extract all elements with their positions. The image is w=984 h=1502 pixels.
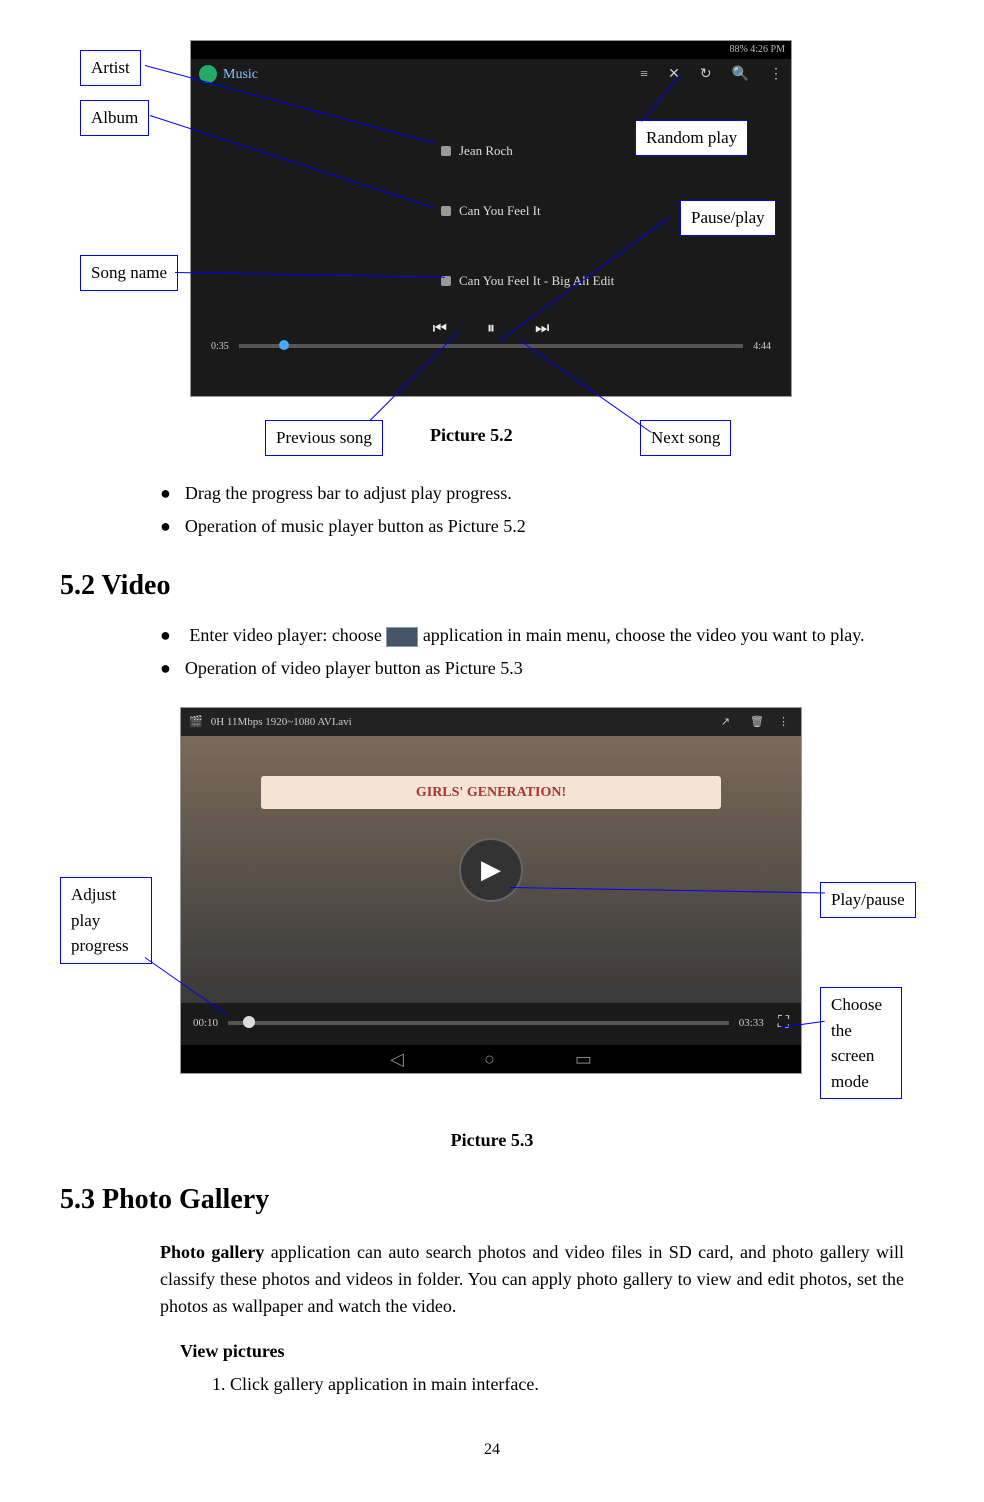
time-total: 4:44: [753, 339, 771, 354]
time-elapsed: 0:35: [211, 339, 229, 354]
album-row: Can You Feel It: [441, 201, 541, 221]
bullet-operation-music: Operation of music player button as Pict…: [160, 513, 924, 540]
caption-5-2: Picture 5.2: [430, 422, 513, 449]
view-pictures-heading: View pictures: [180, 1338, 924, 1365]
recent-icon[interactable]: ▭: [575, 1046, 592, 1073]
app-title: Music: [223, 64, 258, 85]
gallery-lead: Photo gallery: [160, 1242, 264, 1262]
bullet-video-text-b: application in main menu, choose the vid…: [423, 625, 865, 645]
bullet-operation-video: Operation of video player button as Pict…: [160, 655, 924, 682]
video-titlebar: 🎬 0H 11Mbps 1920~1080 AVI.avi ↗ 🗑 ⋮: [181, 708, 801, 736]
video-app-icon: [386, 627, 418, 647]
artist-icon: [441, 146, 451, 156]
steps-list: Click gallery application in main interf…: [210, 1371, 924, 1398]
video-progress-bar[interactable]: [228, 1021, 729, 1025]
callout-artist: Artist: [80, 50, 141, 86]
bullet-drag-progress: Drag the progress bar to adjust play pro…: [160, 480, 924, 507]
bullets-music: Drag the progress bar to adjust play pro…: [60, 480, 924, 540]
status-bar: 88% 4:26 PM: [191, 41, 791, 59]
video-banner: GIRLS' GENERATION!: [261, 776, 721, 809]
callout-adjust: Adjust play progress: [60, 877, 152, 964]
video-controls: 00:10 03:33 ⛶: [181, 1003, 801, 1043]
artist-text: Jean Roch: [459, 141, 513, 161]
overflow-icon[interactable]: ⋮: [769, 64, 783, 85]
album-text: Can You Feel It: [459, 201, 541, 221]
progress-bar[interactable]: [239, 344, 743, 348]
heading-gallery: 5.3 Photo Gallery: [60, 1179, 924, 1221]
bullet-video-text-a: Enter video player: choose: [189, 625, 386, 645]
music-progress: 0:35 4:44: [211, 326, 771, 366]
screen-mode-icon[interactable]: ⛶: [778, 1011, 789, 1035]
step-1: Click gallery application in main interf…: [230, 1371, 924, 1398]
clapper-icon: 🎬: [189, 714, 203, 731]
video-time-total: 03:33: [739, 1015, 764, 1032]
callout-playpause: Play/pause: [820, 882, 916, 918]
figure-5-2-area: 88% 4:26 PM Music ≡ ✕ ↻ 🔍 ⋮ Jean Roch Ca…: [60, 40, 924, 460]
album-icon: [441, 206, 451, 216]
artist-row: Jean Roch: [441, 141, 513, 161]
heading-video: 5.2 Video: [60, 565, 924, 607]
callout-pause-play: Pause/play: [680, 200, 776, 236]
song-row: Can You Feel It - Big Ali Edit: [441, 271, 614, 291]
figure-5-3-area: 🎬 0H 11Mbps 1920~1080 AVI.avi ↗ 🗑 ⋮ GIRL…: [60, 707, 924, 1107]
bullets-video: Enter video player: choose application i…: [60, 622, 924, 682]
callout-song-name: Song name: [80, 255, 178, 291]
video-body: GIRLS' GENERATION! ▶: [181, 736, 801, 1003]
gallery-rest: application can auto search photos and v…: [160, 1242, 904, 1316]
callout-previous-song: Previous song: [265, 420, 383, 456]
page-number: 24: [60, 1438, 924, 1462]
video-progress-dot[interactable]: [243, 1016, 255, 1028]
overflow-icon[interactable]: ⋮: [778, 714, 789, 731]
delete-icon[interactable]: 🗑: [750, 714, 764, 731]
callout-screenmode: Choose the screen mode: [820, 987, 902, 1099]
music-toolbar: ≡ ✕ ↻ 🔍 ⋮: [640, 59, 783, 89]
search-icon[interactable]: 🔍: [732, 64, 749, 85]
caption-5-3: Picture 5.3: [60, 1127, 924, 1154]
bullet-enter-video: Enter video player: choose application i…: [160, 622, 924, 649]
video-filename: 0H 11Mbps 1920~1080 AVI.avi: [211, 714, 352, 731]
repeat-icon[interactable]: ↻: [700, 64, 712, 85]
callout-album: Album: [80, 100, 149, 136]
android-navbar: ◁ ○ ▭: [181, 1045, 801, 1073]
callout-next-song: Next song: [640, 420, 731, 456]
list-icon[interactable]: ≡: [640, 64, 648, 85]
progress-dot[interactable]: [279, 340, 289, 350]
share-icon[interactable]: ↗: [721, 714, 730, 731]
home-icon[interactable]: ○: [484, 1046, 495, 1073]
video-time-elapsed: 00:10: [193, 1015, 218, 1032]
gallery-paragraph: Photo gallery application can auto searc…: [160, 1239, 904, 1320]
callout-random-play: Random play: [635, 120, 748, 156]
play-button[interactable]: ▶: [459, 838, 523, 902]
back-icon[interactable]: ◁: [390, 1046, 404, 1073]
